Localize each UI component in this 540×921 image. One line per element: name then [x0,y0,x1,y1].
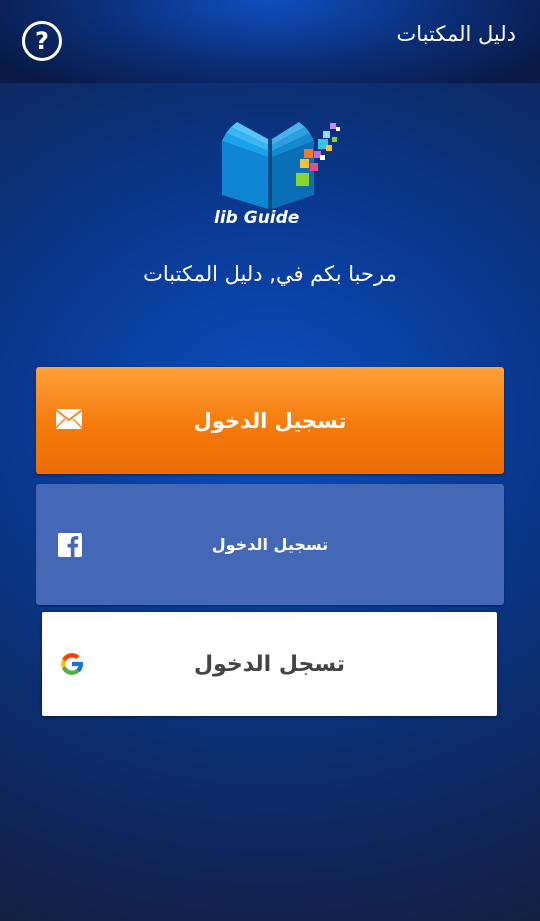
facebook-icon [58,533,82,557]
app-title: دليل المكتبات [396,22,516,46]
top-app-bar: ? دليل المكتبات [0,0,540,83]
email-login-button[interactable]: تسجيل الدخول [36,367,504,474]
google-icon [58,650,86,678]
welcome-message: مرحبا بكم في, دليل المكتبات [143,262,397,286]
google-login-button[interactable]: تسجل الدخول [42,612,497,716]
logo-text: lib Guide [214,208,299,228]
help-icon[interactable]: ? [22,21,62,61]
facebook-login-button[interactable]: تسجيل الدخول [36,484,504,605]
open-book-icon [222,122,340,209]
google-login-label: تسجل الدخول [193,651,346,677]
email-login-label: تسجيل الدخول [193,408,347,433]
lib-guide-logo: lib Guide [214,122,340,228]
mail-icon [56,409,82,429]
facebook-login-label: تسجيل الدخول [211,535,329,554]
